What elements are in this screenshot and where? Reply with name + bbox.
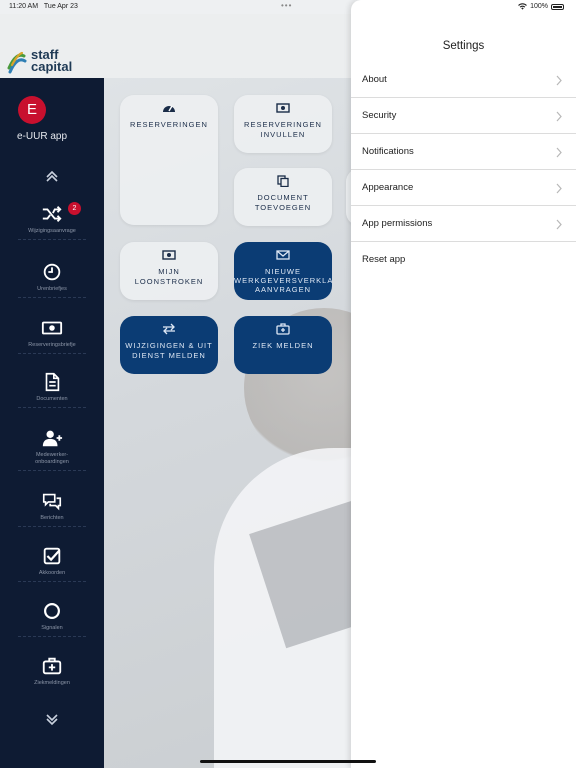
tile-reserveringen-invullen[interactable]: RESERVERINGEN INVULLEN bbox=[234, 95, 332, 153]
status-time: 11:20 AM Tue Apr 23 bbox=[9, 3, 78, 10]
mail-icon bbox=[276, 250, 290, 260]
tile-label: NIEUWE WERKGEVERSVERKLA AANVRAGEN bbox=[234, 267, 332, 294]
chevron-right-icon bbox=[556, 183, 562, 194]
gauge-icon bbox=[163, 105, 175, 112]
sidebar-item-urenbriefjes[interactable]: Urenbriefjes bbox=[14, 262, 90, 298]
copy-icon bbox=[277, 175, 289, 187]
tile-reserveringen[interactable]: RESERVERINGEN bbox=[120, 95, 218, 225]
tile-nieuwe-werkgeversverklaring[interactable]: NIEUWE WERKGEVERSVERKLA AANVRAGEN bbox=[234, 242, 332, 300]
sidebar-item-label: Reserveringsbriefje bbox=[28, 342, 76, 348]
settings-item-label: About bbox=[362, 74, 387, 85]
sidebar-item-ziekmeldingen[interactable]: Ziekmeldingen bbox=[14, 656, 90, 687]
sidebar-item-label: Signalen bbox=[41, 625, 63, 631]
settings-item-appearance[interactable]: Appearance bbox=[351, 170, 576, 206]
status-right: 100% bbox=[518, 3, 564, 10]
sidebar-item-label: Berichten bbox=[40, 515, 64, 521]
sidebar: E e-UUR app 2 Wijzigingsaanvrage Urenbri… bbox=[0, 78, 104, 768]
settings-item-reset-app[interactable]: Reset app bbox=[351, 242, 576, 278]
medkit-icon bbox=[276, 323, 290, 335]
banknote-icon bbox=[276, 103, 290, 113]
avatar[interactable]: E bbox=[18, 96, 46, 124]
settings-item-notifications[interactable]: Notifications bbox=[351, 134, 576, 170]
tile-mijn-loonstroken[interactable]: MIJN LOONSTROKEN bbox=[120, 242, 218, 300]
tile-label: ZIEK MELDEN bbox=[252, 341, 314, 350]
banknote-icon bbox=[162, 250, 176, 260]
scroll-up-chevron-icon[interactable] bbox=[44, 168, 60, 184]
settings-item-app-permissions[interactable]: App permissions bbox=[351, 206, 576, 242]
settings-panel: Settings About Security Notifications Ap… bbox=[351, 0, 576, 768]
sidebar-item-documenten[interactable]: Documenten bbox=[14, 372, 90, 408]
tile-ziek-melden[interactable]: ZIEK MELDEN bbox=[234, 316, 332, 374]
sidebar-item-label: Ziekmeldingen bbox=[34, 680, 70, 686]
chevron-right-icon bbox=[556, 111, 562, 122]
battery-percent: 100% bbox=[530, 3, 548, 10]
chat-icon bbox=[42, 493, 62, 511]
settings-item-label: Reset app bbox=[362, 254, 406, 265]
sidebar-item-akkoorden[interactable]: Akkoorden bbox=[14, 546, 90, 582]
logo-line-2: capital bbox=[31, 59, 73, 74]
chevron-right-icon bbox=[556, 75, 562, 86]
user-plus-icon bbox=[42, 430, 63, 447]
settings-item-label: Security bbox=[362, 110, 397, 121]
medkit-icon bbox=[42, 657, 62, 675]
settings-item-about[interactable]: About bbox=[351, 62, 576, 98]
tile-label: RESERVERINGEN INVULLEN bbox=[244, 120, 322, 139]
settings-item-label: Appearance bbox=[362, 182, 414, 193]
shuffle-icon bbox=[42, 206, 62, 222]
app-name: e-UUR app bbox=[17, 131, 68, 142]
banknote-icon bbox=[41, 321, 63, 335]
wifi-icon bbox=[518, 3, 527, 10]
chevron-right-icon bbox=[556, 219, 562, 230]
sidebar-item-medewerker-onboardingen[interactable]: Medewerker- onboardingen bbox=[14, 428, 90, 471]
sidebar-item-label: Documenten bbox=[36, 396, 68, 402]
home-indicator[interactable] bbox=[200, 760, 376, 763]
sidebar-item-label: Medewerker- onboardingen bbox=[35, 452, 69, 465]
status-bar: 11:20 AM Tue Apr 23 ••• 100% bbox=[0, 0, 576, 14]
checkbox-icon bbox=[43, 547, 61, 565]
circle-icon bbox=[44, 603, 60, 619]
notification-badge: 2 bbox=[68, 202, 81, 215]
tile-document-toevoegen[interactable]: DOCUMENT TOEVOEGEN bbox=[234, 168, 332, 226]
multitask-dots-icon[interactable]: ••• bbox=[281, 1, 292, 10]
chevron-right-icon bbox=[556, 147, 562, 158]
tile-label: RESERVERINGEN bbox=[130, 120, 208, 129]
tile-label: MIJN LOONSTROKEN bbox=[134, 267, 204, 286]
battery-icon bbox=[551, 3, 564, 10]
logo-text: staff capital bbox=[31, 48, 73, 74]
logo-mark-icon bbox=[7, 51, 27, 74]
tile-wijzigingen-uit-dienst-melden[interactable]: WIJZIGINGEN & UIT DIENST MELDEN bbox=[120, 316, 218, 374]
scroll-down-chevron-icon[interactable] bbox=[44, 712, 60, 728]
staff-capital-logo[interactable]: staff capital bbox=[6, 48, 72, 74]
sidebar-item-reserveringsbriefje[interactable]: Reserveringsbriefje bbox=[14, 318, 90, 354]
sidebar-item-signalen[interactable]: Signalen bbox=[14, 601, 90, 637]
sidebar-item-label: Wijzigingsaanvrage bbox=[28, 228, 76, 234]
settings-item-security[interactable]: Security bbox=[351, 98, 576, 134]
tile-label: WIJZIGINGEN & UIT DIENST MELDEN bbox=[125, 341, 213, 360]
arrows-icon bbox=[163, 323, 175, 335]
settings-item-label: App permissions bbox=[362, 218, 433, 229]
sidebar-item-label: Akkoorden bbox=[38, 570, 66, 576]
tile-label: DOCUMENT TOEVOEGEN bbox=[254, 193, 312, 212]
clock-icon bbox=[43, 263, 61, 281]
settings-title: Settings bbox=[442, 40, 485, 52]
sidebar-item-wijzigingsaanvrage[interactable]: 2 Wijzigingsaanvrage bbox=[14, 202, 90, 240]
sidebar-item-label: Urenbriefjes bbox=[37, 286, 67, 292]
document-icon bbox=[45, 372, 60, 392]
sidebar-item-berichten[interactable]: Berichten bbox=[14, 491, 90, 527]
settings-item-label: Notifications bbox=[362, 146, 414, 157]
